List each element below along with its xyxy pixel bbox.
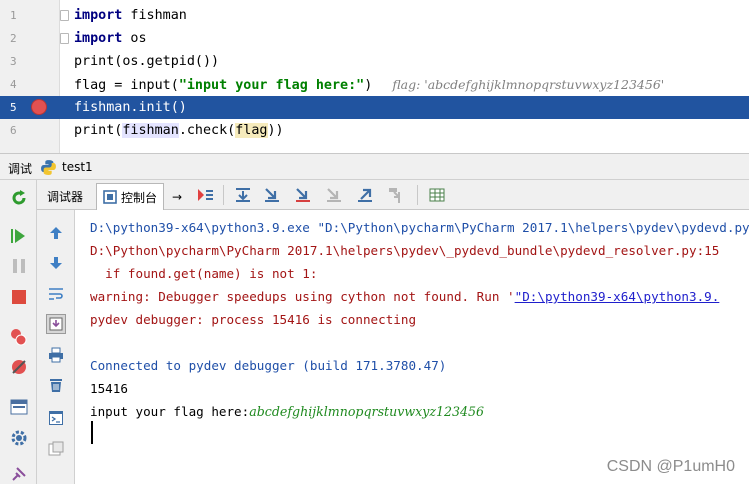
print-icon[interactable] (46, 345, 66, 365)
debug-tabs-toolbar: 调试器 控制台 → (37, 180, 749, 210)
step-out-icon[interactable] (355, 185, 375, 205)
pause-program-icon[interactable] (8, 255, 30, 277)
stop-icon[interactable] (8, 286, 30, 308)
restore-layout-icon[interactable] (8, 396, 30, 418)
code-text: fishman.init() (74, 100, 187, 115)
scroll-down-icon[interactable] (46, 253, 66, 273)
debug-window-title: 调试 (8, 162, 33, 176)
debug-console-icon[interactable] (46, 439, 66, 459)
console-line: input your flag here:abcdefghijklmnopqrs… (90, 404, 485, 419)
code-line-1[interactable]: 1 import fishman (0, 4, 749, 27)
code-text: flag = input("input your flag here:") fla… (74, 77, 665, 93)
console-line: Connected to pydev debugger (build 171.3… (90, 358, 447, 373)
input-caret[interactable] (91, 421, 93, 444)
settings-gear-icon[interactable] (8, 427, 30, 449)
force-step-into-icon[interactable] (324, 185, 344, 205)
step-into-icon[interactable] (262, 185, 282, 205)
line-number: 6 (10, 124, 17, 137)
user-input-text: abcdefghijklmnopqrstuvwxyz123456 (249, 404, 485, 419)
line-number: 3 (10, 55, 17, 68)
show-execution-point-icon[interactable] (195, 185, 215, 205)
console-pin-arrow[interactable]: → (166, 183, 188, 210)
console-tab-icon (103, 190, 117, 204)
clear-all-trash-icon[interactable] (46, 375, 66, 395)
code-line-3[interactable]: 3 print(os.getpid()) (0, 50, 749, 73)
console-line: warning: Debugger speedups using cython … (90, 289, 720, 304)
scroll-up-icon[interactable] (46, 223, 66, 243)
show-python-prompt-icon[interactable] (46, 408, 66, 428)
code-text: print(fishman.check(flag)) (74, 123, 284, 138)
run-to-cursor-icon[interactable] (386, 185, 406, 205)
line-number: 5 (10, 101, 17, 114)
watermark: CSDN @P1umH0 (606, 458, 735, 475)
view-breakpoints-icon[interactable] (8, 326, 30, 348)
code-text: import fishman (74, 8, 187, 23)
code-line-2[interactable]: 2 import os (0, 27, 749, 50)
code-text: import os (74, 31, 147, 46)
console-link[interactable]: "D:\python39-x64\python3.9. (515, 289, 720, 304)
debug-tool-window-header: 调试 test1 (0, 153, 749, 180)
code-text: print(os.getpid()) (74, 54, 220, 69)
rerun-icon[interactable] (8, 187, 30, 209)
line-number: 4 (10, 78, 17, 91)
code-line-5-current[interactable]: 5 fishman.init() (0, 96, 749, 119)
tab-console[interactable]: 控制台 (96, 183, 165, 210)
debug-actions-toolbar (0, 180, 37, 484)
line-number: 1 (10, 9, 17, 22)
python-icon (41, 160, 56, 175)
breakpoint-icon[interactable] (31, 99, 47, 115)
step-into-my-code-icon[interactable] (293, 185, 313, 205)
line-number: 2 (10, 32, 17, 45)
console-line: D:\Python\pycharm\PyCharm 2017.1\helpers… (90, 243, 720, 258)
run-configuration-name[interactable]: test1 (62, 160, 93, 174)
code-line-6[interactable]: 6 print(fishman.check(flag)) (0, 119, 749, 142)
console-side-toolbar (37, 210, 75, 484)
console-line: pydev debugger: process 15416 is connect… (90, 312, 417, 327)
step-over-icon[interactable] (233, 185, 253, 205)
inline-variable-hint: flag: 'abcdefghijklmnopqrstuvwxyz123456' (392, 77, 665, 92)
pin-icon[interactable] (8, 463, 30, 484)
console-line: if found.get(name) is not 1: (90, 266, 318, 281)
console-line: D:\python39-x64\python3.9.exe "D:\Python… (90, 220, 749, 235)
console-line: 15416 (90, 381, 128, 396)
soft-wrap-icon[interactable] (46, 284, 66, 304)
tab-debugger[interactable]: 调试器 (41, 183, 89, 210)
evaluate-expression-icon[interactable] (427, 185, 447, 205)
fold-icon[interactable] (60, 33, 69, 44)
code-line-4[interactable]: 4 flag = input("input your flag here:") f… (0, 73, 749, 96)
scroll-to-end-icon[interactable] (46, 314, 66, 334)
mute-breakpoints-icon[interactable] (8, 356, 30, 378)
code-editor[interactable]: 1 import fishman 2 import os 3 print(os.… (0, 0, 749, 153)
fold-icon[interactable] (60, 10, 69, 21)
resume-program-icon[interactable] (8, 225, 30, 247)
console-output[interactable]: D:\python39-x64\python3.9.exe "D:\Python… (75, 210, 749, 484)
